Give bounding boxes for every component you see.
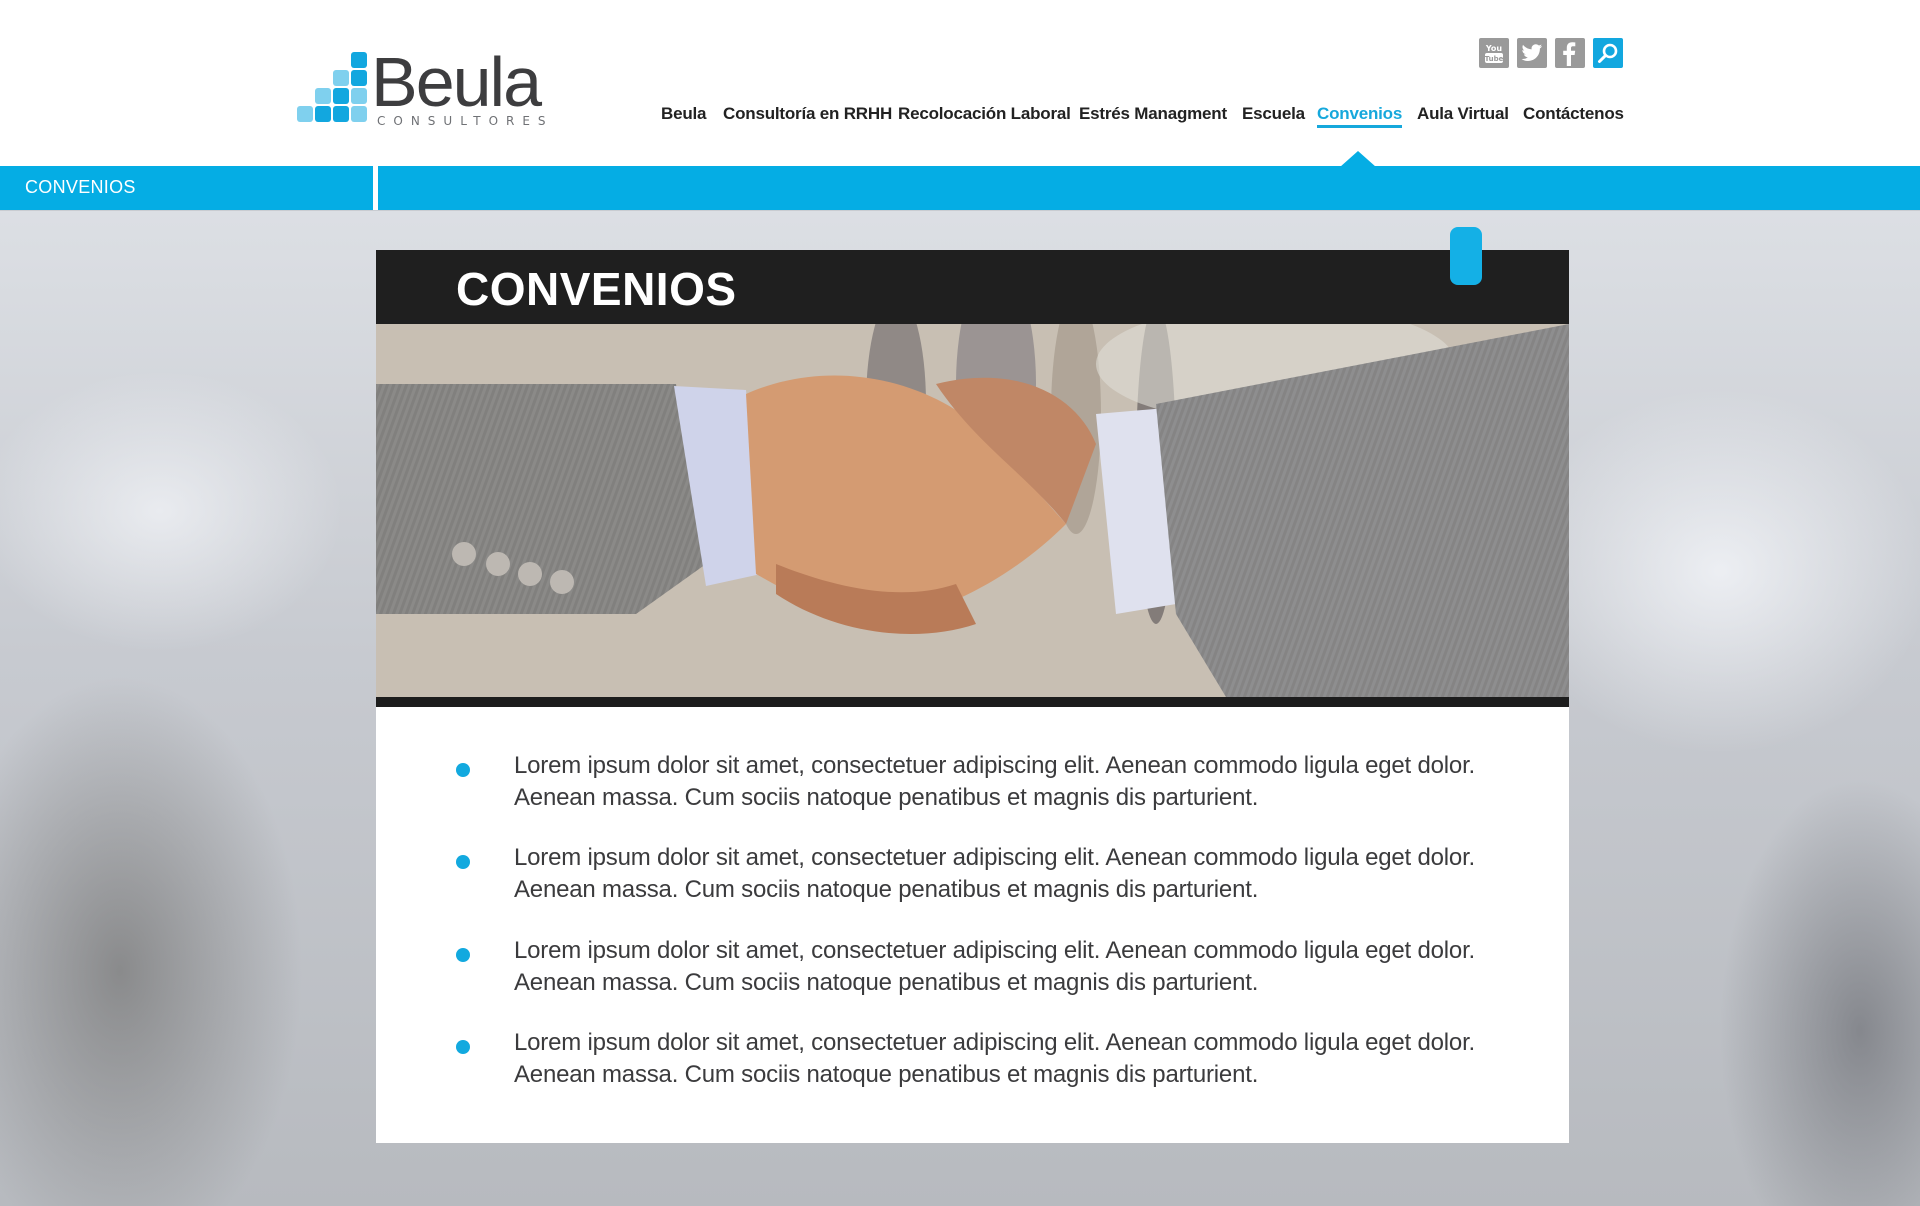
svg-text:You: You — [1485, 44, 1503, 53]
list-item: Lorem ipsum dolor sit amet, consectetuer… — [376, 1027, 1569, 1097]
card-tab-marker — [1450, 227, 1482, 285]
nav-item-contactenos[interactable]: Contáctenos — [1523, 104, 1624, 124]
section-bar-label: CONVENIOS — [25, 177, 136, 197]
nav-item-convenios[interactable]: Convenios — [1317, 104, 1402, 128]
list-item: Lorem ipsum dolor sit amet, consectetuer… — [376, 750, 1569, 820]
bullet-dot-icon — [456, 855, 470, 869]
active-nav-indicator — [1340, 151, 1376, 167]
list-item-text: Lorem ipsum dolor sit amet, consectetuer… — [514, 937, 1476, 996]
content-card: CONVENIOS Lorem ipsum dolor sit amet, co… — [376, 227, 1569, 1143]
section-bar-divider — [373, 166, 378, 210]
nav-item-estres[interactable]: Estrés Managment — [1079, 104, 1227, 124]
list-item-text: Lorem ipsum dolor sit amet, consectetuer… — [514, 1029, 1476, 1088]
nav-item-consultoria[interactable]: Consultoría en RRHH — [723, 104, 892, 124]
svg-text:Tube: Tube — [1485, 55, 1504, 63]
section-bar: CONVENIOS — [0, 166, 1920, 210]
main-nav: Beula Consultoría en RRHH Recolocación L… — [0, 104, 1920, 134]
list-item-text: Lorem ipsum dolor sit amet, consectetuer… — [514, 844, 1476, 903]
handshake-image — [376, 324, 1569, 707]
page-title: CONVENIOS — [456, 263, 737, 315]
bullet-dot-icon — [456, 1040, 470, 1054]
bullet-dot-icon — [456, 763, 470, 777]
site-header: Beula CONSULTORES You Tube Beula Consult… — [0, 0, 1920, 166]
search-icon[interactable] — [1593, 38, 1623, 68]
bullet-dot-icon — [456, 948, 470, 962]
facebook-icon[interactable] — [1555, 38, 1585, 68]
list-item: Lorem ipsum dolor sit amet, consectetuer… — [376, 935, 1569, 1005]
youtube-icon[interactable]: You Tube — [1479, 38, 1509, 68]
list-item: Lorem ipsum dolor sit amet, consectetuer… — [376, 842, 1569, 912]
nav-item-aula-virtual[interactable]: Aula Virtual — [1417, 104, 1509, 124]
nav-item-recolocacion[interactable]: Recolocación Laboral — [898, 104, 1071, 124]
nav-item-escuela[interactable]: Escuela — [1242, 104, 1305, 124]
nav-item-beula[interactable]: Beula — [661, 104, 706, 124]
twitter-icon[interactable] — [1517, 38, 1547, 68]
card-header: CONVENIOS — [376, 250, 1569, 324]
list-item-text: Lorem ipsum dolor sit amet, consectetuer… — [514, 752, 1476, 811]
